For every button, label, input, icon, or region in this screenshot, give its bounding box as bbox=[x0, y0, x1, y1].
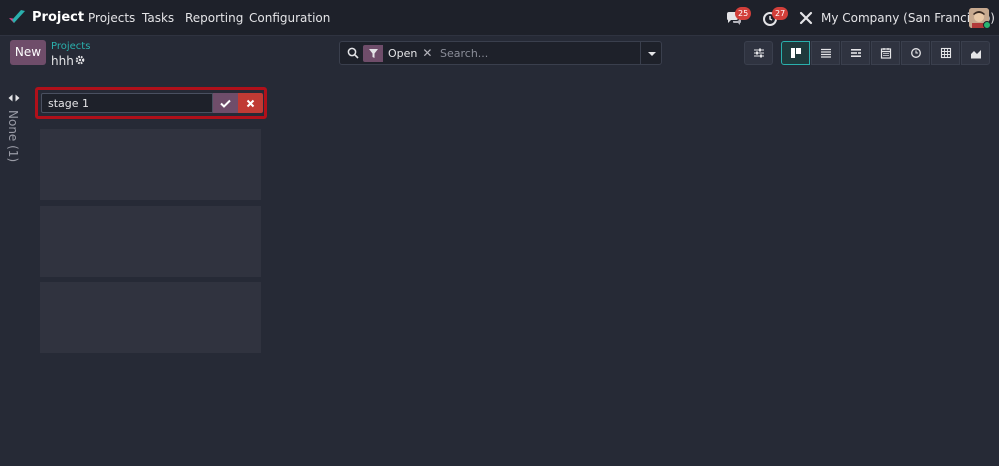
view-calendar-button[interactable] bbox=[871, 41, 900, 65]
menu-projects[interactable]: Projects bbox=[88, 11, 135, 25]
search-input[interactable] bbox=[440, 45, 630, 62]
folded-column: None (1) bbox=[0, 88, 28, 466]
graph-icon bbox=[970, 50, 981, 59]
top-navbar: Project Projects Tasks Reporting Configu… bbox=[0, 0, 999, 36]
pivot-icon bbox=[940, 47, 951, 59]
confirm-button[interactable] bbox=[213, 93, 238, 113]
ghost-card-placeholder bbox=[40, 206, 261, 277]
cancel-button[interactable] bbox=[238, 93, 263, 113]
caret-down-icon bbox=[648, 52, 656, 56]
filter-facet-label: Open bbox=[388, 47, 418, 60]
filter-icon bbox=[368, 49, 378, 58]
filter-facet-tag bbox=[363, 45, 383, 62]
filter-facet: Open ✕ bbox=[363, 45, 432, 62]
menu-reporting[interactable]: Reporting bbox=[185, 11, 243, 25]
menu-configuration[interactable]: Configuration bbox=[249, 11, 330, 25]
activities-badge: 27 bbox=[772, 7, 789, 20]
view-settings-button[interactable] bbox=[744, 41, 773, 65]
search-bar: Open ✕ bbox=[339, 41, 641, 65]
ghost-card-placeholder bbox=[40, 282, 261, 353]
new-button[interactable]: New bbox=[10, 40, 46, 65]
folded-column-label[interactable]: None (1) bbox=[6, 110, 20, 162]
view-gantt-button[interactable] bbox=[841, 41, 870, 65]
kanban-icon bbox=[790, 48, 801, 58]
app-name[interactable]: Project bbox=[32, 10, 84, 25]
activity-icon bbox=[910, 48, 921, 58]
column-name-input[interactable] bbox=[41, 93, 213, 113]
quick-create-column bbox=[35, 87, 267, 119]
view-graph-button[interactable] bbox=[961, 41, 990, 65]
list-icon bbox=[820, 48, 831, 58]
online-status-icon bbox=[983, 21, 991, 29]
sliders-icon bbox=[753, 48, 764, 58]
gantt-icon bbox=[850, 49, 861, 57]
search-icon[interactable] bbox=[347, 47, 359, 59]
view-activity-button[interactable] bbox=[901, 41, 930, 65]
view-pivot-button[interactable] bbox=[931, 41, 960, 65]
close-icon bbox=[246, 99, 255, 107]
project-app-icon[interactable] bbox=[8, 9, 26, 25]
view-list-button[interactable] bbox=[811, 41, 840, 65]
gear-icon[interactable] bbox=[75, 55, 85, 65]
search-options-toggle[interactable] bbox=[640, 41, 662, 65]
messages-badge: 25 bbox=[735, 7, 752, 20]
ghost-card-placeholder bbox=[40, 129, 261, 200]
expand-arrows-icon[interactable] bbox=[8, 93, 20, 103]
tools-icon[interactable] bbox=[798, 10, 814, 26]
view-kanban-button[interactable] bbox=[781, 41, 810, 65]
remove-filter-icon[interactable]: ✕ bbox=[422, 45, 432, 62]
menu-tasks[interactable]: Tasks bbox=[142, 11, 174, 25]
breadcrumb-projects[interactable]: Projects bbox=[51, 41, 90, 52]
calendar-icon bbox=[880, 48, 891, 59]
check-icon bbox=[220, 99, 231, 108]
breadcrumb-current: hhh bbox=[51, 54, 74, 68]
